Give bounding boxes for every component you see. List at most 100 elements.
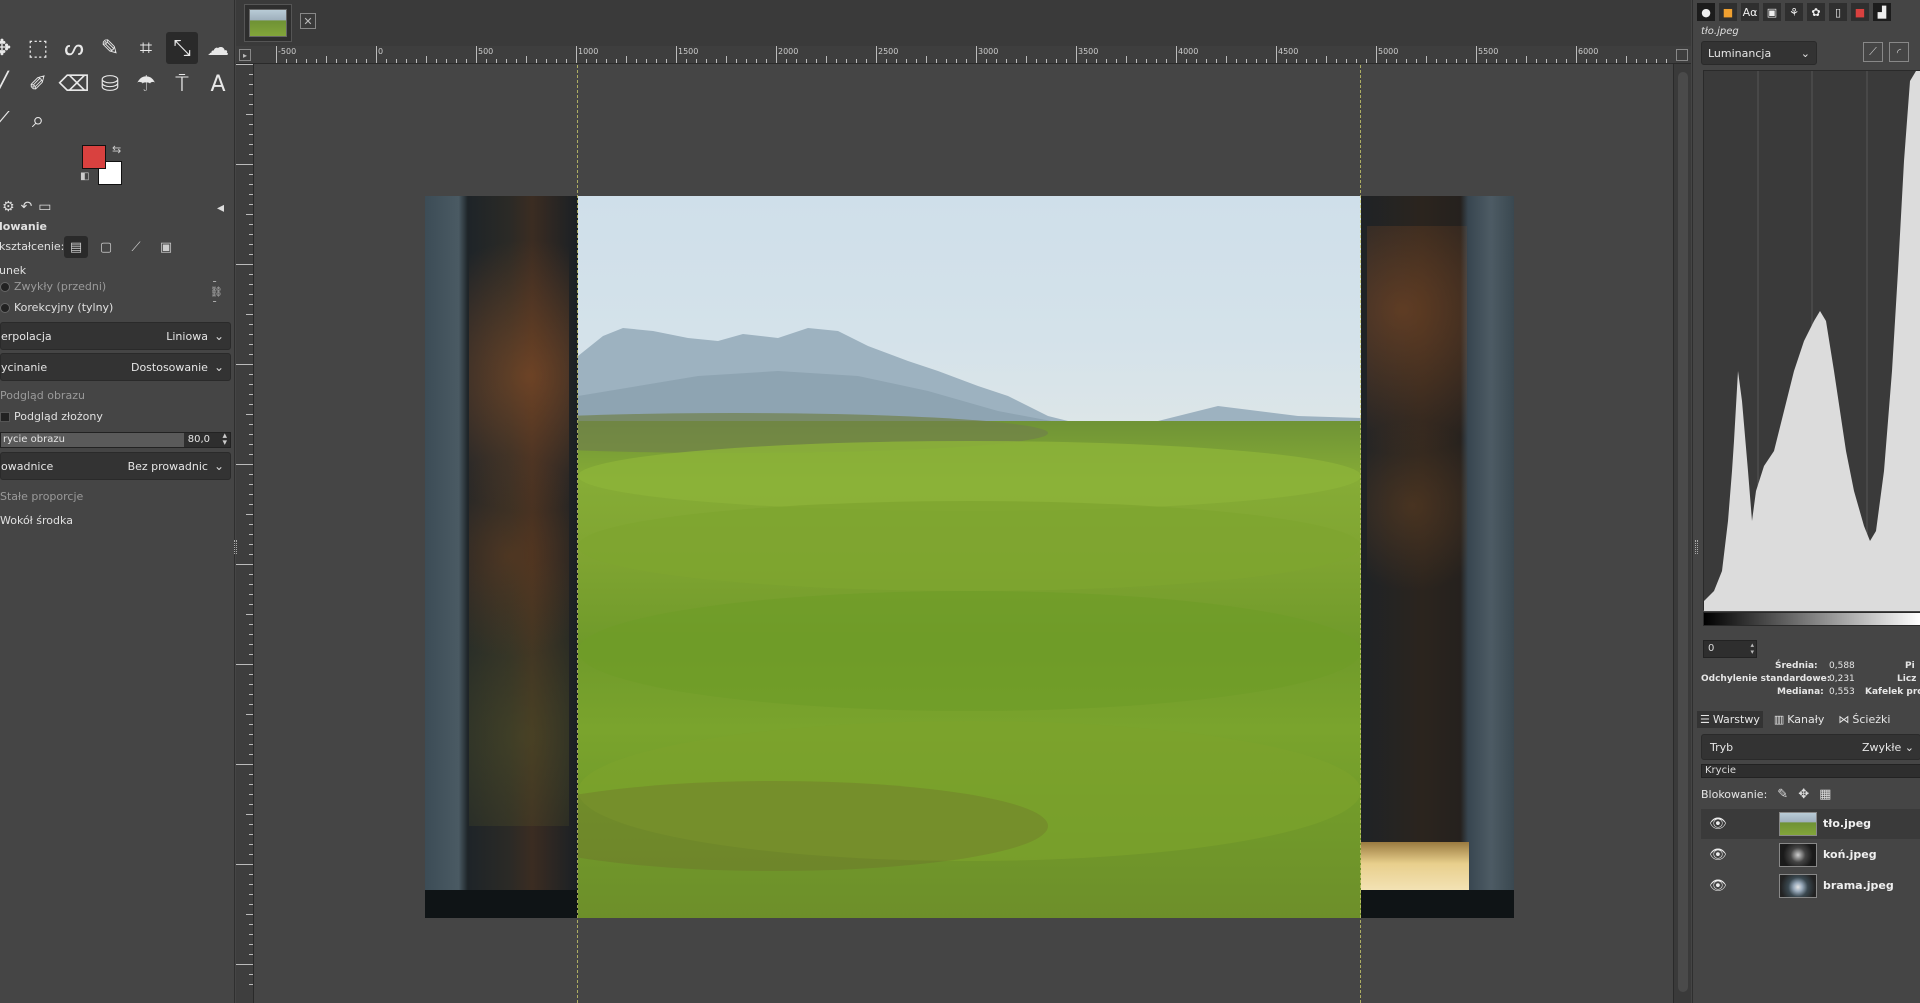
- swap-colors-icon[interactable]: ⇆: [112, 143, 121, 156]
- pencil-tool-icon[interactable]: ✐: [22, 68, 54, 100]
- composite-preview-option[interactable]: Podgląd złożony: [0, 410, 103, 423]
- direction-backward-option[interactable]: Korekcyjny (tylny): [0, 301, 113, 314]
- ruler-tick: [246, 614, 253, 615]
- direction-forward-option[interactable]: Zwykły (przedni): [0, 280, 106, 293]
- quick-mask-icon[interactable]: ▸: [239, 49, 251, 61]
- log-scale-icon[interactable]: ◜: [1889, 42, 1909, 62]
- image-opacity-slider[interactable]: rycie obrazu 80,0 ▴ ▾: [0, 432, 231, 448]
- vertical-ruler[interactable]: [236, 64, 254, 1003]
- ruler-tick: [986, 59, 987, 63]
- tab-menu-icon[interactable]: ◂: [217, 200, 224, 216]
- range-start-input[interactable]: 0 ▴ ▾: [1703, 640, 1757, 658]
- move-tool-icon[interactable]: ✥: [0, 32, 18, 64]
- text-tool-icon[interactable]: A: [202, 68, 234, 100]
- fonts-tab-icon[interactable]: Aα: [1741, 3, 1759, 21]
- channel-dropdown[interactable]: Luminancja ⌄: [1701, 41, 1817, 65]
- histogram-tab-icon[interactable]: ▟: [1873, 3, 1891, 21]
- visibility-eye-icon[interactable]: 👁: [1709, 816, 1727, 832]
- panel-resize-handle[interactable]: [234, 540, 237, 554]
- zoom-tool-icon[interactable]: ⌕: [22, 104, 54, 136]
- tab-layers[interactable]: ☰ Warstwy: [1697, 710, 1763, 728]
- undo-history-tab-icon[interactable]: ↶: [21, 199, 33, 215]
- layer-name[interactable]: koń.jpeg: [1823, 848, 1877, 861]
- images-tab-icon[interactable]: ▣: [1763, 3, 1781, 21]
- fuzzy-select-tool-icon[interactable]: ✎: [94, 32, 126, 64]
- layer-row[interactable]: 👁 tło.jpeg: [1701, 809, 1920, 839]
- layer-row[interactable]: 👁 koń.jpeg: [1701, 840, 1920, 870]
- tool-options-tab-icon[interactable]: ⚙: [2, 199, 15, 215]
- visibility-eye-icon[interactable]: 👁: [1709, 847, 1727, 863]
- brushes-tab-icon[interactable]: ●: [1697, 3, 1715, 21]
- unified-transform-tool-icon[interactable]: ⤡: [166, 32, 198, 64]
- linear-scale-icon[interactable]: ⟋: [1863, 42, 1883, 62]
- channel-value: Luminancja: [1708, 46, 1772, 60]
- transform-selection-icon[interactable]: ▢: [94, 236, 118, 258]
- vertical-scrollbar[interactable]: [1673, 64, 1691, 1003]
- patterns-tab-icon[interactable]: ✿: [1807, 3, 1825, 21]
- histogram-gradient-bar[interactable]: [1703, 612, 1920, 626]
- foreground-color-swatch[interactable]: [82, 145, 106, 169]
- histogram-chart[interactable]: [1703, 70, 1920, 611]
- paintbrush-tool-icon[interactable]: ╱: [0, 68, 18, 100]
- interpolation-dropdown[interactable]: erpolacja Liniowa ⌄: [0, 322, 231, 350]
- visibility-eye-icon[interactable]: 👁: [1709, 878, 1727, 894]
- canvas[interactable]: [255, 65, 1672, 1003]
- images-tab-icon[interactable]: ▭: [38, 199, 51, 215]
- ruler-tick: [249, 754, 253, 755]
- forward-radio[interactable]: [0, 282, 10, 292]
- spin-arrows-icon[interactable]: ▴ ▾: [1750, 642, 1754, 656]
- image-tab[interactable]: [244, 4, 292, 42]
- composite-preview-checkbox[interactable]: [0, 412, 10, 422]
- layer-name[interactable]: brama.jpeg: [1823, 879, 1894, 892]
- smudge-tool-icon[interactable]: ☂: [130, 68, 162, 100]
- guides-dropdown[interactable]: owadnice Bez prowadnic ⌄: [0, 452, 231, 480]
- center-label[interactable]: Wokół środka: [0, 514, 73, 527]
- layer-name[interactable]: tło.jpeg: [1823, 817, 1871, 830]
- ruler-tick: [249, 374, 253, 375]
- tab-channels[interactable]: ▥ Kanały: [1771, 711, 1828, 728]
- lock-alpha-icon[interactable]: ▦: [1819, 787, 1831, 802]
- reset-colors-icon[interactable]: ◧: [80, 171, 89, 182]
- navigate-icon[interactable]: [1676, 49, 1688, 61]
- layer-opacity-slider[interactable]: Krycie: [1701, 764, 1920, 778]
- lock-position-icon[interactable]: ✥: [1798, 787, 1809, 802]
- horizontal-ruler[interactable]: ▸ -500 0 500 1000 1500 2000 2500 3000 3500 4000 45…: [236, 46, 1691, 64]
- transform-layer-icon[interactable]: ▤: [64, 236, 88, 258]
- eraser-tool-icon[interactable]: ⌫: [58, 68, 90, 100]
- guide-line-right[interactable]: [1360, 65, 1361, 1003]
- spin-arrows-icon[interactable]: ▴ ▾: [222, 432, 227, 448]
- ruler-tick: [249, 104, 253, 105]
- clone-tool-icon[interactable]: ⛁: [94, 68, 126, 100]
- document-tab-icon[interactable]: ▯: [1829, 3, 1847, 21]
- transform-image-icon[interactable]: ▣: [154, 236, 178, 258]
- warp-tool-icon[interactable]: ☁: [202, 32, 234, 64]
- close-tab-icon[interactable]: ✕: [300, 13, 316, 29]
- clipping-dropdown[interactable]: ycinanie Dostosowanie ⌄: [0, 353, 231, 381]
- backward-radio[interactable]: [0, 303, 10, 313]
- ruler-tick: [1036, 59, 1037, 63]
- constrain-label[interactable]: Stałe proporcje: [0, 490, 83, 503]
- panel-resize-handle[interactable]: [1695, 540, 1698, 554]
- gradients-tab-icon[interactable]: ■: [1719, 3, 1737, 21]
- ruler-tick: [796, 59, 797, 63]
- tab-paths[interactable]: ⋈ Ścieżki: [1835, 711, 1893, 728]
- ruler-label: 4500: [1278, 47, 1299, 56]
- palette-tab-icon[interactable]: ■: [1851, 3, 1869, 21]
- rect-select-tool-icon[interactable]: ⬚: [22, 32, 54, 64]
- layer-row[interactable]: 👁 brama.jpeg: [1701, 871, 1920, 901]
- transform-path-icon[interactable]: ⟋: [124, 236, 148, 258]
- chain-icon[interactable]: ╶ ⛓ ╶: [210, 278, 223, 308]
- paths-tool-icon[interactable]: ⍑: [166, 68, 198, 100]
- ruler-tick: [249, 194, 253, 195]
- lasso-tool-icon[interactable]: ᔕ: [58, 32, 90, 64]
- dynamics-tab-icon[interactable]: ⚘: [1785, 3, 1803, 21]
- lock-pixels-icon[interactable]: ✎: [1777, 787, 1788, 802]
- ruler-label: 3000: [978, 47, 999, 56]
- scrollbar-thumb[interactable]: [1678, 72, 1688, 992]
- ruler-tick: [236, 164, 253, 165]
- layer-mode-dropdown[interactable]: Tryb Zwykłe ⌄: [1701, 734, 1920, 760]
- color-picker-tool-icon[interactable]: ⟋: [0, 104, 18, 136]
- crop-tool-icon[interactable]: ⌗: [130, 32, 162, 64]
- ruler-tick: [1616, 59, 1617, 63]
- guide-line-left[interactable]: [577, 65, 578, 1003]
